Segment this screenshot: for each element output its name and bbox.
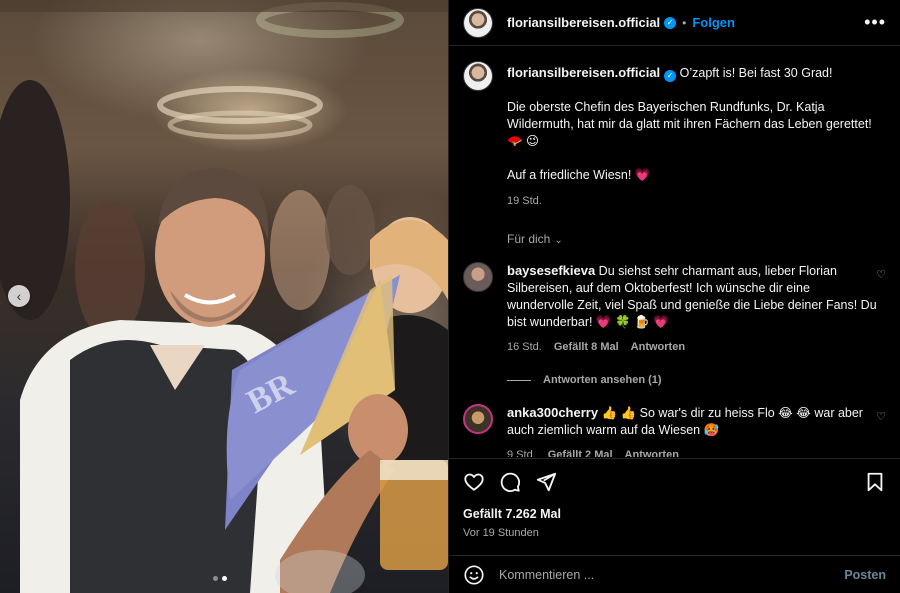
post-photo[interactable]: BR ‹ [0,0,448,593]
comments-section[interactable]: floriansilbereisen.official ✓ O’zapft is!… [449,47,900,457]
author-avatar[interactable] [463,7,493,38]
caption-author-avatar[interactable] [463,61,493,91]
post-viewer: BR ‹ floriansilbereisen.official ✓ • Fol… [0,0,900,593]
author-username[interactable]: floriansilbereisen.official [507,15,660,30]
chevron-left-icon: ‹ [16,288,22,304]
view-replies-label: Antworten ansehen (1) [543,374,662,386]
carousel-indicator [213,576,227,581]
reply-button[interactable]: Antworten [631,339,685,356]
comment-likes[interactable]: Gefällt 2 Mal [548,447,613,457]
commenter-username[interactable]: baysesefkieva [507,263,595,278]
carousel-dot [213,576,218,581]
post-actions: Gefällt 7.262 Mal Vor 19 Stunden [449,458,900,539]
more-options-icon[interactable]: ••• [864,12,886,33]
commenter-avatar[interactable] [463,262,493,292]
separator-dot: • [682,15,687,30]
comment-item: baysesefkieva Du siehst sehr charmant au… [463,262,886,356]
comment-like-heart-icon[interactable]: ♡ [876,268,886,281]
caption-username[interactable]: floriansilbereisen.official [507,65,660,80]
comment-time: 9 Std. [507,449,536,457]
comment-form: Posten [449,555,900,593]
post-comment-button[interactable]: Posten [844,568,886,582]
commenter-avatar[interactable] [463,404,493,434]
comment-icon[interactable] [499,471,521,493]
caption: floriansilbereisen.official ✓ O’zapft is!… [463,61,886,210]
comment-item: anka300cherry 👍 👍 So war's dir zu heiss … [463,404,886,457]
reply-button[interactable]: Antworten [625,447,679,457]
carousel-prev-button[interactable]: ‹ [8,285,30,307]
emoji-icon[interactable] [463,564,485,586]
caption-line-3: Auf a friedliche Wiesn! 💗 [507,168,651,182]
comment-time: 16 Std. [507,341,542,353]
verified-badge-icon: ✓ [664,70,677,82]
share-icon[interactable] [535,471,557,493]
comment-likes[interactable]: Gefällt 8 Mal [554,339,619,356]
heart-icon[interactable] [463,471,485,493]
carousel-dot-active [222,576,227,581]
post-time: Vor 19 Stunden [463,527,539,539]
comment-like-heart-icon[interactable]: ♡ [876,410,886,423]
bookmark-icon[interactable] [864,471,886,493]
divider-line [507,379,531,381]
view-replies-button[interactable]: Antworten ansehen (1) [507,374,886,386]
comment-input[interactable] [499,567,831,582]
caption-line-2: Die oberste Chefin des Bayerischen Rundf… [507,100,872,148]
caption-line-1: O’zapft is! Bei fast 30 Grad! [679,66,833,80]
verified-badge-icon: ✓ [664,16,677,29]
post-panel: floriansilbereisen.official ✓ • Folgen •… [448,0,900,593]
caption-time: 19 Std. [507,195,542,207]
commenter-username[interactable]: anka300cherry [507,405,598,420]
oktoberfest-photo: BR [0,0,448,593]
follow-button[interactable]: Folgen [692,15,735,30]
like-count[interactable]: Gefällt 7.262 Mal [463,507,886,521]
for-you-filter[interactable]: Für dich ⌄ [507,232,886,246]
chevron-down-icon: ⌄ [554,235,563,246]
for-you-label: Für dich [507,232,551,246]
post-header: floriansilbereisen.official ✓ • Folgen •… [449,0,900,46]
